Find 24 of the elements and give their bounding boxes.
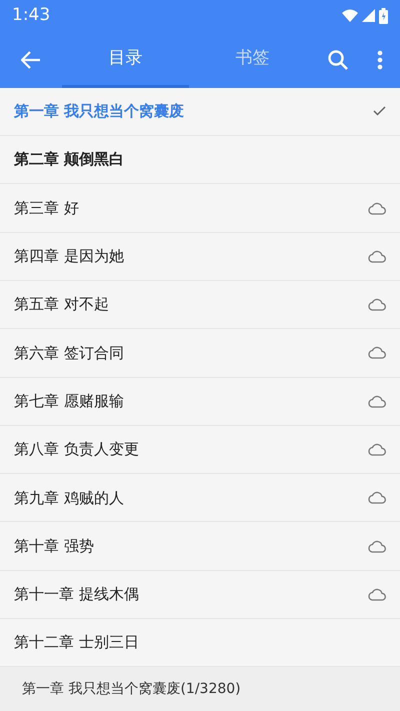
- battery-icon: [379, 8, 388, 24]
- chapter-title: 第七章 愿赌服输: [14, 390, 124, 412]
- chapter-title: 第九章 鸡贼的人: [14, 488, 124, 509]
- chapter-title: 第十章 强势: [14, 536, 94, 557]
- chapter-row[interactable]: 第四章 是因为她: [0, 232, 400, 281]
- chapter-title: 第八章 负责人变更: [14, 439, 139, 460]
- signal-icon: [362, 9, 375, 22]
- more-icon: [377, 50, 383, 70]
- chapter-row[interactable]: 第七章 愿赌服输: [0, 378, 400, 426]
- current-chapter-text: 第一章 我只想当个窝囊废(1/3280): [22, 680, 241, 699]
- chapter-row[interactable]: 第十一章 提线木偶: [0, 570, 400, 620]
- chapter-title: 第五章 对不起: [14, 294, 109, 316]
- wifi-icon: [342, 9, 358, 22]
- chapter-title: 第十一章 提线木偶: [14, 584, 139, 606]
- status-time: 1:43: [12, 4, 50, 28]
- chapter-title: 第二章 颠倒黑白: [14, 149, 124, 170]
- chapter-title: 第三章 好: [14, 198, 79, 219]
- chapter-title: 第十二章 士别三日: [14, 632, 139, 654]
- search-icon: [328, 50, 348, 70]
- chapter-title: 第六章 签订合同: [14, 342, 124, 364]
- chapter-title: 第一章 我只想当个窝囊废: [14, 101, 184, 122]
- check-icon: [373, 106, 386, 116]
- back-arrow-icon: [21, 50, 41, 69]
- chapter-title: 第四章 是因为她: [14, 246, 124, 268]
